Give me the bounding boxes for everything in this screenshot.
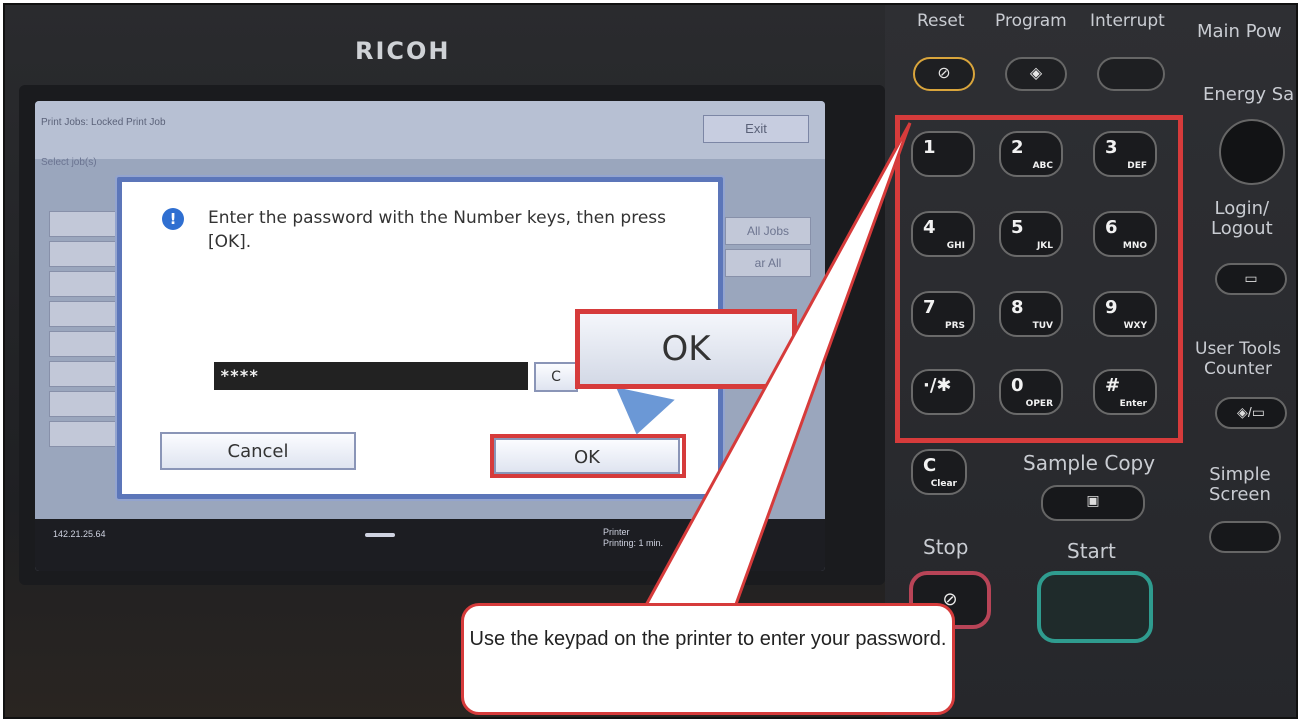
key-1[interactable]: 1 bbox=[911, 131, 975, 177]
key-9[interactable]: 9 WXY bbox=[1093, 291, 1157, 337]
key-2[interactable]: 2 ABC bbox=[999, 131, 1063, 177]
simple-screen-label: Simple Screen bbox=[1209, 464, 1271, 505]
lcd-header: Print Jobs: Locked Print Job Exit bbox=[35, 101, 825, 159]
key-6[interactable]: 6 MNO bbox=[1093, 211, 1157, 257]
start-label: Start bbox=[1067, 539, 1116, 563]
reset-icon: ⊘ bbox=[937, 65, 951, 82]
cancel-button[interactable]: Cancel bbox=[160, 432, 356, 470]
user-tools-button[interactable]: ◈/▭ bbox=[1215, 397, 1287, 429]
key-8[interactable]: 8 TUV bbox=[999, 291, 1063, 337]
ip-address: 142.21.25.64 bbox=[53, 529, 106, 539]
energy-saver-button[interactable] bbox=[1219, 119, 1285, 185]
user-tools-label: User Tools Counter bbox=[1195, 339, 1282, 379]
status-bar: 142.21.25.64 Printer Printing: 1 min. AU… bbox=[35, 519, 825, 571]
reset-label: Reset bbox=[917, 11, 965, 31]
login-logout-button[interactable]: ▭ bbox=[1215, 263, 1287, 295]
key-5[interactable]: 5 JKL bbox=[999, 211, 1063, 257]
zoomed-ok-button: OK bbox=[575, 309, 797, 389]
brand-logo: RICOH bbox=[355, 37, 451, 65]
program-label: Program bbox=[995, 11, 1067, 31]
interrupt-button[interactable] bbox=[1097, 57, 1165, 91]
info-icon: ! bbox=[162, 208, 184, 230]
clear-all-button[interactable]: ar All bbox=[725, 249, 811, 277]
instruction-callout: Use the keypad on the printer to enter y… bbox=[461, 603, 955, 715]
key-hash-enter[interactable]: # Enter bbox=[1093, 369, 1157, 415]
energy-saver-label: Energy Sa bbox=[1203, 84, 1295, 105]
clear-key[interactable]: C Clear bbox=[911, 449, 967, 495]
program-button[interactable]: ◈ bbox=[1005, 57, 1067, 91]
key-3[interactable]: 3 DEF bbox=[1093, 131, 1157, 177]
login-icon: ▭ bbox=[1244, 270, 1258, 286]
interrupt-label: Interrupt bbox=[1090, 11, 1165, 31]
reset-button[interactable]: ⊘ bbox=[913, 57, 975, 91]
screenshot-frame: RICOH Print Jobs: Locked Print Job Exit … bbox=[0, 0, 1301, 722]
login-logout-label: Login/ Logout bbox=[1211, 198, 1273, 239]
ok-button-highlight bbox=[490, 434, 686, 478]
key-0[interactable]: 0 OPER bbox=[999, 369, 1063, 415]
callout-text: Use the keypad on the printer to enter y… bbox=[469, 628, 947, 650]
key-star[interactable]: ·/✱ bbox=[911, 369, 975, 415]
key-4[interactable]: 4 GHI bbox=[911, 211, 975, 257]
main-power-label: Main Pow bbox=[1197, 21, 1282, 42]
key-7[interactable]: 7 PRS bbox=[911, 291, 975, 337]
program-icon: ◈ bbox=[1029, 65, 1043, 82]
select-jobs-label: Select job(s) bbox=[41, 157, 97, 168]
exit-button[interactable]: Exit bbox=[703, 115, 809, 143]
simple-screen-button[interactable] bbox=[1209, 521, 1281, 553]
sample-copy-label: Sample Copy bbox=[1023, 451, 1156, 475]
sample-copy-icon: ▣ bbox=[1086, 492, 1100, 508]
password-field[interactable]: **** bbox=[214, 362, 528, 390]
start-button[interactable] bbox=[1037, 571, 1153, 643]
select-all-jobs-button[interactable]: All Jobs bbox=[725, 217, 811, 245]
stop-label: Stop bbox=[923, 535, 969, 559]
back-arrow-icon[interactable] bbox=[365, 533, 395, 537]
printer-photo: RICOH Print Jobs: Locked Print Job Exit … bbox=[3, 3, 1298, 719]
lcd-title: Print Jobs: Locked Print Job bbox=[41, 117, 166, 128]
dialog-message: Enter the password with the Number keys,… bbox=[208, 208, 666, 252]
sample-copy-button[interactable]: ▣ bbox=[1041, 485, 1145, 521]
user-tools-icon: ◈/▭ bbox=[1237, 404, 1265, 420]
printer-status: Printer Printing: 1 min. bbox=[603, 527, 664, 548]
date-time: AUG 11,2 2:07PM bbox=[690, 527, 729, 548]
clear-button[interactable]: C bbox=[534, 362, 578, 392]
